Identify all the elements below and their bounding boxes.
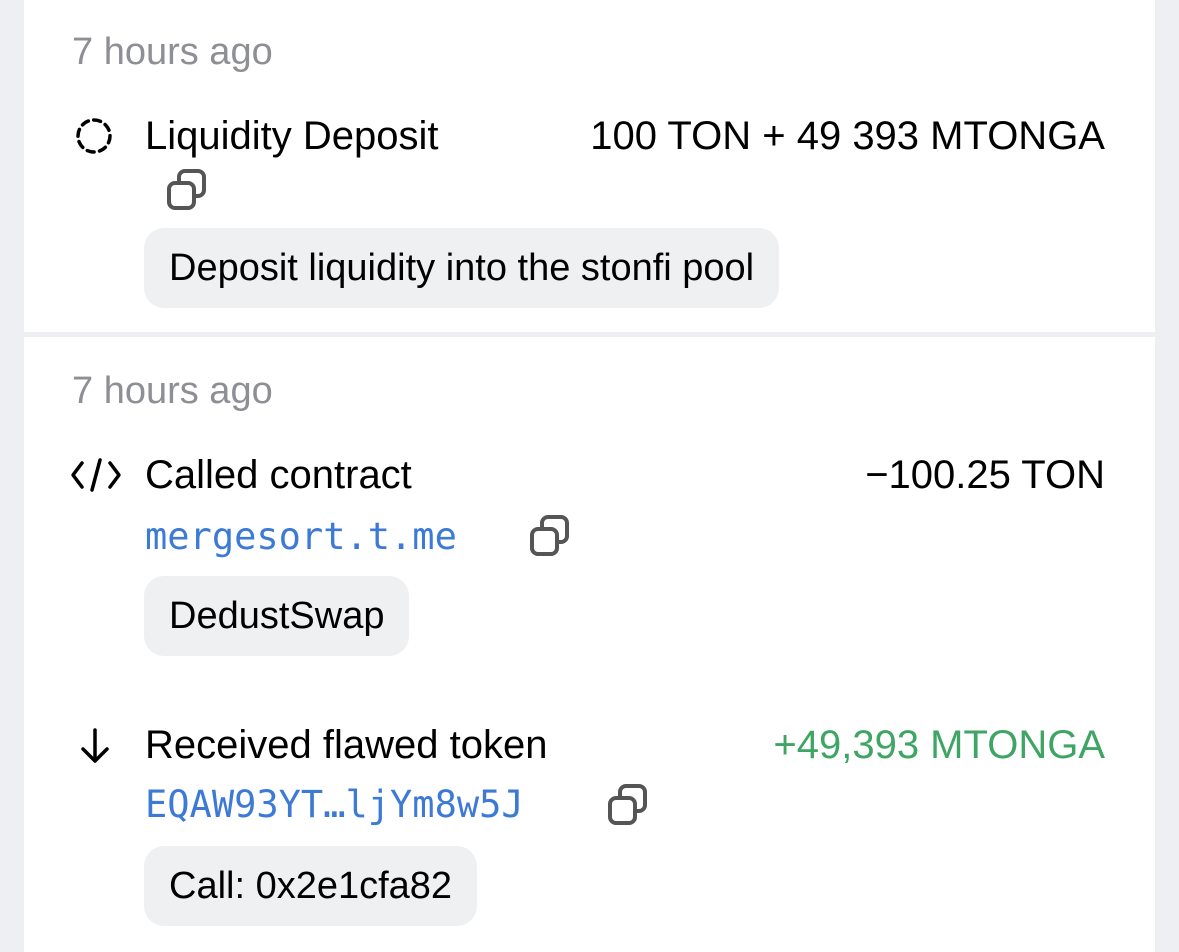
arrow-down-icon — [78, 726, 112, 766]
event-card-liquidity-deposit[interactable]: 7 hours ago Liquidity Deposit 100 TON + … — [24, 0, 1155, 332]
action-amount: 100 TON + 49 393 MTONGA — [590, 114, 1105, 158]
event-timestamp: 7 hours ago — [72, 370, 273, 412]
loading-dashed-circle-icon — [74, 116, 114, 156]
action-amount: +49,393 MTONGA — [773, 723, 1105, 767]
event-card-contract-call[interactable]: 7 hours ago Called contract −100.25 TON … — [24, 337, 1155, 952]
comment-bubble: Call: 0x2e1cfa82 — [144, 846, 478, 926]
action-title: Received flawed token — [145, 723, 548, 767]
copy-icon[interactable] — [165, 168, 209, 212]
token-address-link[interactable]: EQAW93YT…ljYm8w5J — [145, 783, 524, 827]
action-title: Called contract — [145, 453, 412, 497]
copy-icon[interactable] — [606, 783, 650, 827]
action-title: Liquidity Deposit — [145, 114, 439, 158]
comment-bubble: DedustSwap — [144, 576, 410, 656]
copy-icon[interactable] — [528, 514, 572, 558]
contract-address-link[interactable]: mergesort.t.me — [145, 515, 457, 559]
comment-bubble: Deposit liquidity into the stonfi pool — [144, 228, 780, 308]
event-timestamp: 7 hours ago — [72, 31, 273, 73]
action-amount: −100.25 TON — [865, 453, 1105, 497]
code-icon — [70, 456, 122, 494]
